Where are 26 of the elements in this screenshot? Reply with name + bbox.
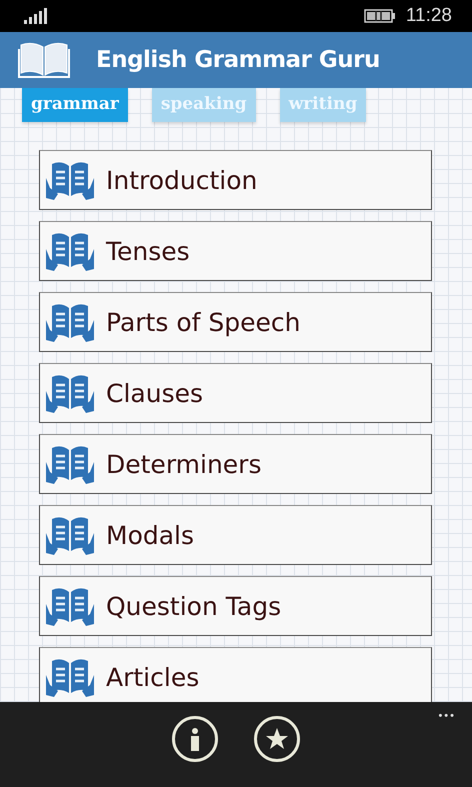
battery-icon (364, 9, 396, 23)
star-icon (265, 727, 289, 751)
topic-item[interactable]: Articles (39, 647, 432, 702)
more-button[interactable]: ••• (438, 710, 456, 722)
app-title: English Grammar Guru (96, 47, 380, 73)
topic-label: Introduction (106, 166, 258, 194)
info-icon (188, 727, 202, 751)
info-button[interactable] (172, 716, 218, 762)
topic-item[interactable]: Introduction (39, 150, 432, 210)
book-icon (18, 41, 70, 79)
signal-icon (24, 8, 50, 24)
favorites-button[interactable] (254, 716, 300, 762)
clock-time: 11:28 (406, 5, 452, 27)
topic-label: Determiners (106, 450, 262, 478)
topic-item[interactable]: Tenses (39, 221, 432, 281)
topic-item[interactable]: Clauses (39, 363, 432, 423)
topic-label: Parts of Speech (106, 308, 300, 336)
topic-label: Modals (106, 520, 194, 550)
topic-label: Clauses (106, 378, 203, 408)
topic-label: Tenses (106, 236, 190, 266)
topic-label: Articles (106, 662, 200, 692)
topic-item[interactable]: Modals (39, 505, 432, 565)
topic-label: Question Tags (106, 592, 282, 620)
topic-item[interactable]: Parts of Speech (39, 292, 432, 352)
topic-item[interactable]: Question Tags (39, 576, 432, 636)
topic-item[interactable]: Determiners (39, 434, 432, 494)
